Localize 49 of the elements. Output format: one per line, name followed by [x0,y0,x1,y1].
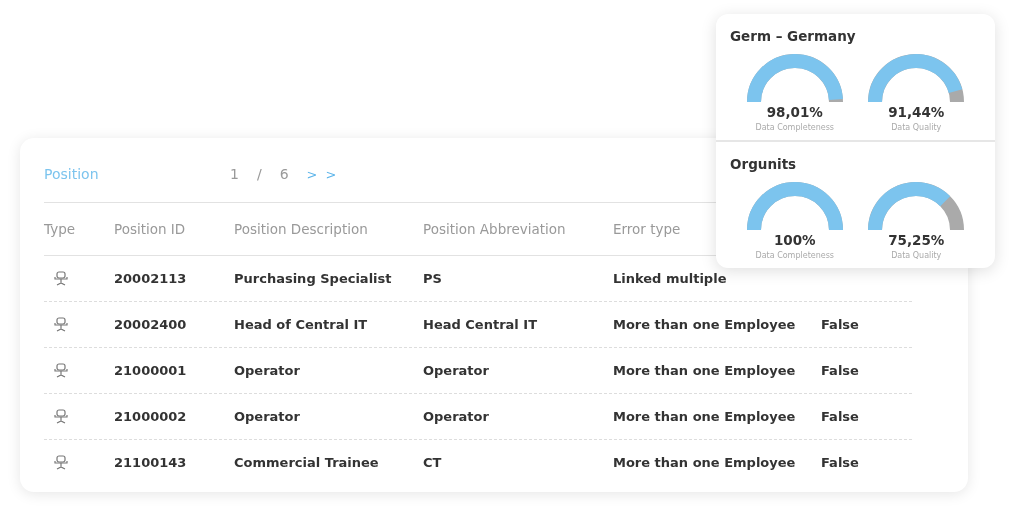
table-cell: 21000002 [114,409,187,424]
table-cell: More than one Employee [613,363,796,378]
table-cell: False [821,409,859,424]
column-header[interactable]: Position ID [114,221,186,237]
section-title: Position [44,166,100,182]
card-title: Orgunits [730,156,798,172]
table-cell: Commercial Trainee [234,455,379,470]
table-cell: False [821,455,859,470]
gauge-value: 75,25% [888,232,945,248]
table-cell: Operator [234,363,300,378]
gauge-label: Data Quality [891,123,942,132]
column-header[interactable]: Type [44,221,75,237]
next-page-link[interactable]: > > [306,167,339,182]
table-cell: Head of Central IT [234,317,368,332]
column-header[interactable]: Position Description [234,221,368,237]
table-cell: Operator [423,409,489,424]
chair-icon [54,455,68,470]
column-header[interactable]: Error type [613,221,681,237]
page-total: 6 [279,166,289,182]
table-cell: CT [423,455,442,470]
table-cell: False [821,317,859,332]
gauge-label: Data Completeness [755,123,834,132]
table-cell: 20002400 [114,317,187,332]
table-cell: 20002113 [114,271,187,286]
table-cell: Purchasing Specialist [234,271,392,286]
table-cell: Operator [423,363,489,378]
chair-icon [54,409,68,424]
table-cell: More than one Employee [613,317,796,332]
table-cell: Linked multiple [613,271,727,286]
table-cell: 21000001 [114,363,187,378]
table-cell: False [821,363,859,378]
table-cell: Head Central IT [423,317,537,332]
chair-icon [54,317,68,332]
gauge-value: 98,01% [766,104,823,120]
chair-icon [54,363,68,378]
table-cell: More than one Employee [613,455,796,470]
table-cell: Operator [234,409,300,424]
gauge-label: Data Quality [891,251,942,260]
gauge-label: Data Completeness [755,251,834,260]
gauge-value: 100% [773,232,816,248]
table-cell: More than one Employee [613,409,796,424]
table-cell: PS [423,271,442,286]
card-title: Germ – Germany [730,28,857,44]
gauge-value: 91,44% [888,104,945,120]
page-number: 1 [230,166,239,182]
chair-icon [54,271,68,286]
column-header[interactable]: Position Abbreviation [423,221,566,237]
table-cell: 21100143 [114,455,187,470]
page-separator: / [256,166,262,182]
